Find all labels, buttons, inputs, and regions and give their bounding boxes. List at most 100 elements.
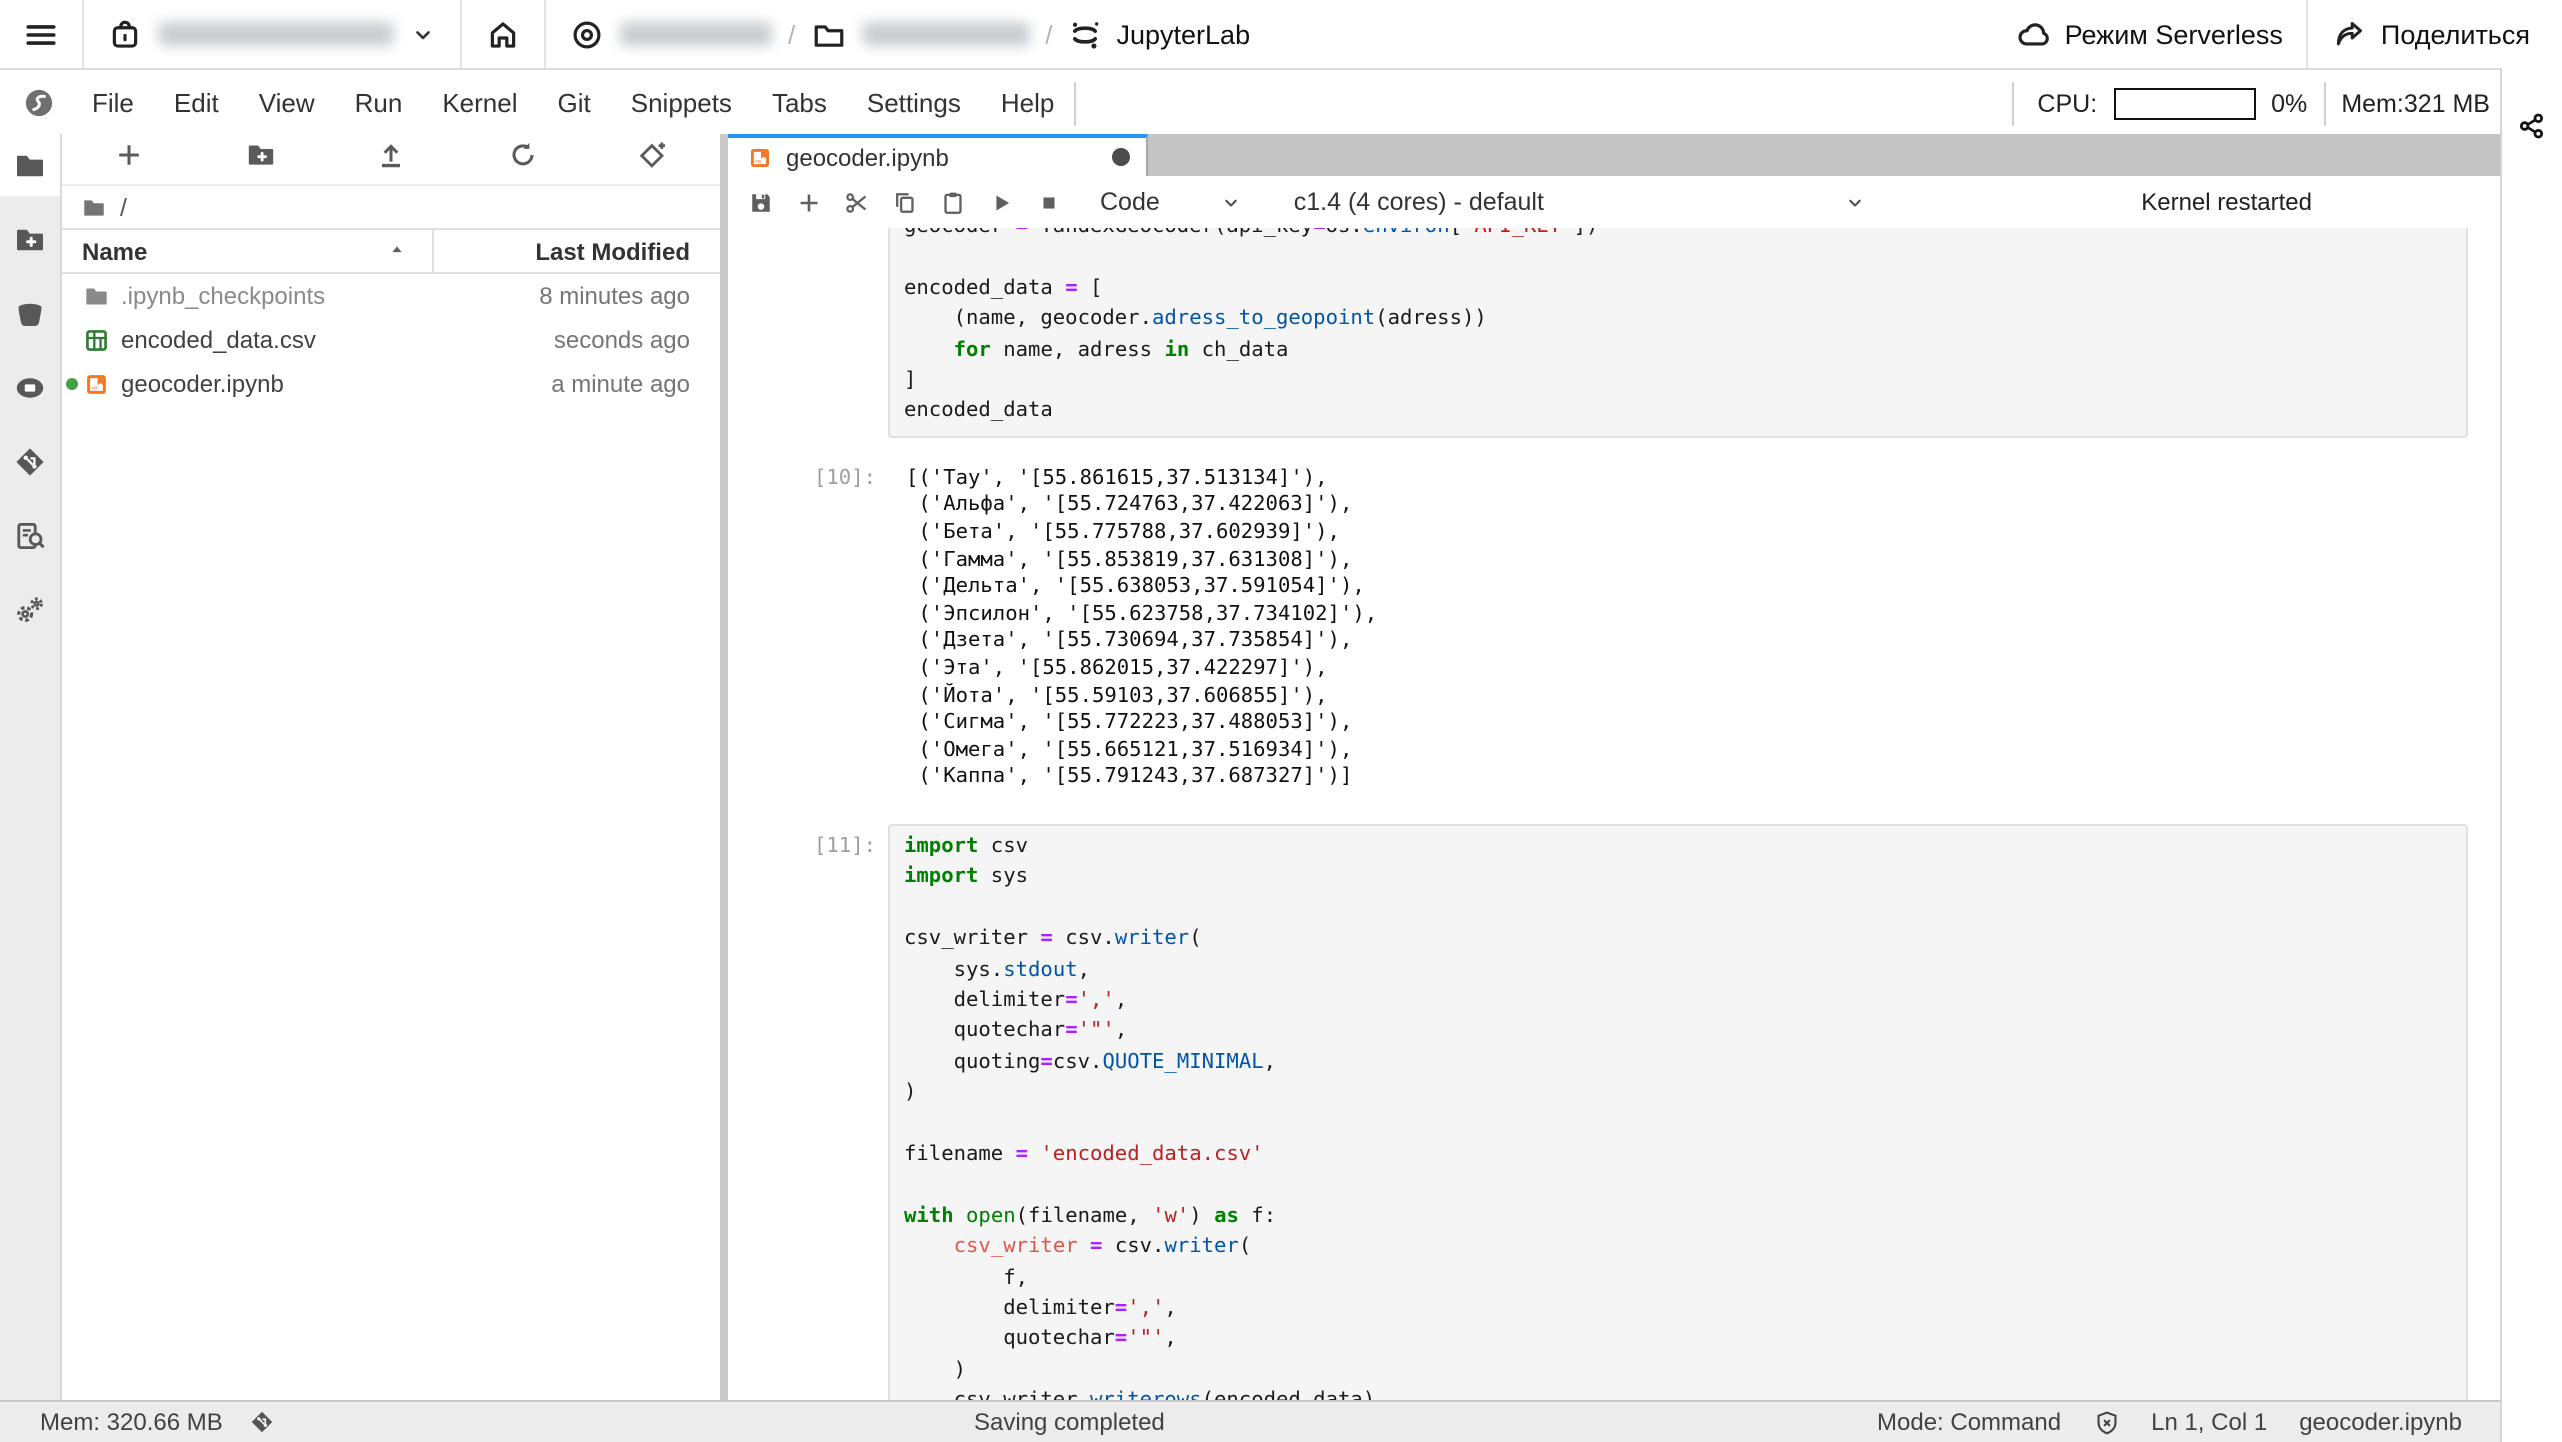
- root-folder-icon: [82, 195, 106, 219]
- add-cell-button[interactable]: [784, 178, 832, 226]
- new-launcher-button[interactable]: [114, 139, 144, 179]
- file-row[interactable]: geocoder.ipynb a minute ago: [62, 362, 720, 406]
- doc-search-icon: [14, 519, 46, 551]
- refresh-button[interactable]: [507, 139, 537, 179]
- cell-output-row: [10]: [('Тау', '[55.861615,37.513134]'), …: [728, 462, 2562, 792]
- redacted-project-name[interactable]: [861, 22, 1030, 46]
- activity-contents-search[interactable]: [0, 504, 60, 566]
- menu-git[interactable]: Git: [538, 70, 611, 136]
- share-button[interactable]: Поделиться: [2309, 0, 2562, 68]
- code-editor[interactable]: geocoder = YandexGeocoder(api_key=os.env…: [888, 228, 2468, 438]
- menu-run[interactable]: Run: [335, 70, 423, 136]
- cut-cell-button[interactable]: [832, 178, 880, 226]
- cursor-position[interactable]: Ln 1, Col 1: [2151, 1408, 2267, 1436]
- file-modified: a minute ago: [551, 370, 690, 398]
- menu-help[interactable]: Help: [981, 70, 1075, 136]
- tab-title: geocoder.ipynb: [786, 143, 949, 171]
- active-file-name: geocoder.ipynb: [2299, 1408, 2462, 1436]
- file-browser-panel: / Name Last Modified .ipynb_checkpoints 8…: [62, 134, 720, 1402]
- activity-git[interactable]: [0, 430, 60, 492]
- top-bar: / / JupyterLab Режим Serverless Поделить…: [0, 0, 2562, 70]
- project-folder-icon: [811, 17, 845, 51]
- menu-tabs[interactable]: Tabs: [752, 70, 847, 136]
- scissors-icon: [843, 189, 869, 215]
- stop-kernel-button[interactable]: [1024, 178, 1072, 226]
- status-bar: Mem: 320.66 MB Saving completed Mode: Co…: [0, 1400, 2562, 1442]
- stop-icon: [1035, 189, 1061, 215]
- activity-bucket[interactable]: [0, 282, 60, 344]
- upload-button[interactable]: [376, 139, 406, 179]
- chevron-down-icon: [1220, 191, 1242, 213]
- menu-snippets[interactable]: Snippets: [611, 70, 752, 136]
- column-last-modified[interactable]: Last Modified: [434, 237, 720, 265]
- git-status-icon[interactable]: [251, 1410, 275, 1434]
- jupyterlab-breadcrumb-label: JupyterLab: [1116, 19, 1251, 49]
- plus-icon: [114, 139, 144, 169]
- redacted-community-name[interactable]: [620, 22, 772, 46]
- sort-ascending-icon: [386, 240, 408, 262]
- main-menu-button[interactable]: [0, 0, 82, 68]
- hamburger-icon: [24, 17, 58, 51]
- notebook-toolbar: Code c1.4 (4 cores) - default Kernel res…: [728, 176, 2562, 230]
- activity-containers[interactable]: [0, 356, 60, 418]
- unsaved-changes-dot[interactable]: [1112, 148, 1130, 166]
- share-label: Поделиться: [2380, 19, 2530, 49]
- share-nodes-icon[interactable]: [2518, 112, 2546, 140]
- file-row[interactable]: .ipynb_checkpoints 8 minutes ago: [62, 274, 720, 318]
- run-cell-button[interactable]: [976, 178, 1024, 226]
- file-row[interactable]: encoded_data.csv seconds ago: [62, 318, 720, 362]
- save-icon: [747, 189, 773, 215]
- git-diamond-icon: [14, 445, 46, 477]
- output-area: [('Тау', '[55.861615,37.513134]'), ('Аль…: [906, 465, 1378, 789]
- redacted-catalog-name: [158, 22, 394, 46]
- run-icon: [987, 189, 1013, 215]
- new-folder-button[interactable]: [245, 139, 275, 179]
- activity-file-browser[interactable]: [0, 134, 60, 196]
- panel-splitter[interactable]: [720, 134, 728, 1402]
- column-name[interactable]: Name: [62, 237, 432, 265]
- cell-prompt: [10]:: [814, 465, 876, 490]
- share-arrow-icon: [2333, 17, 2367, 51]
- copy-cell-button[interactable]: [880, 178, 928, 226]
- cloud-folder-selector[interactable]: [84, 0, 460, 68]
- file-modified: seconds ago: [553, 326, 690, 354]
- save-button[interactable]: [736, 178, 784, 226]
- activity-settings[interactable]: [0, 578, 60, 640]
- jupyter-logo-icon: [1069, 17, 1103, 51]
- menu-items: File Edit View Run Kernel Git Snippets Tabs Sett…: [72, 70, 1074, 136]
- serverless-mode-button[interactable]: Режим Serverless: [1993, 0, 2307, 68]
- menu-view[interactable]: View: [239, 70, 335, 136]
- tab-geocoder-ipynb[interactable]: geocoder.ipynb: [728, 134, 1148, 176]
- code-editor[interactable]: import csv import sys csv_writer = csv.w…: [888, 823, 2468, 1402]
- upload-icon: [376, 139, 406, 169]
- folder-plus-icon: [14, 223, 46, 255]
- kernel-dropdown[interactable]: c1.4 (4 cores) - default: [1294, 188, 1866, 216]
- menu-kernel[interactable]: Kernel: [422, 70, 537, 136]
- activity-new-folder[interactable]: [0, 208, 60, 270]
- paste-cell-button[interactable]: [928, 178, 976, 226]
- file-name: .ipynb_checkpoints: [121, 282, 326, 310]
- home-button[interactable]: [462, 0, 544, 68]
- right-sidebar: [2500, 68, 2562, 1442]
- cell-type-dropdown[interactable]: Code: [1100, 188, 1242, 216]
- git-init-button[interactable]: [638, 139, 668, 179]
- chevron-down-icon: [1844, 191, 1866, 213]
- file-breadcrumb[interactable]: /: [62, 186, 720, 228]
- editor-mode[interactable]: Mode: Command: [1877, 1408, 2061, 1436]
- menu-settings[interactable]: Settings: [847, 70, 981, 136]
- notebook-panel: geocoder.ipynb Code c1.4 (4 cores) - def…: [728, 134, 2562, 1402]
- kernel-status-message: Kernel restarted: [2141, 188, 2312, 216]
- serverless-label: Режим Serverless: [2064, 19, 2283, 49]
- shield-x-icon[interactable]: [2093, 1409, 2119, 1435]
- menu-edit[interactable]: Edit: [154, 70, 239, 136]
- community-icon: [570, 17, 604, 51]
- clipboard-icon: [939, 189, 965, 215]
- notebook-content: geocoder = YandexGeocoder(api_key=os.env…: [728, 228, 2562, 1402]
- csv-file-icon: [84, 328, 109, 353]
- menu-file[interactable]: File: [72, 70, 154, 136]
- cpu-percent: 0%: [2271, 89, 2308, 117]
- memory-status: Mem: 320.66 MB: [40, 1408, 223, 1436]
- save-status-message: Saving completed: [974, 1408, 1165, 1436]
- breadcrumb-separator: /: [1045, 19, 1053, 49]
- notebook-icon: [748, 145, 772, 169]
